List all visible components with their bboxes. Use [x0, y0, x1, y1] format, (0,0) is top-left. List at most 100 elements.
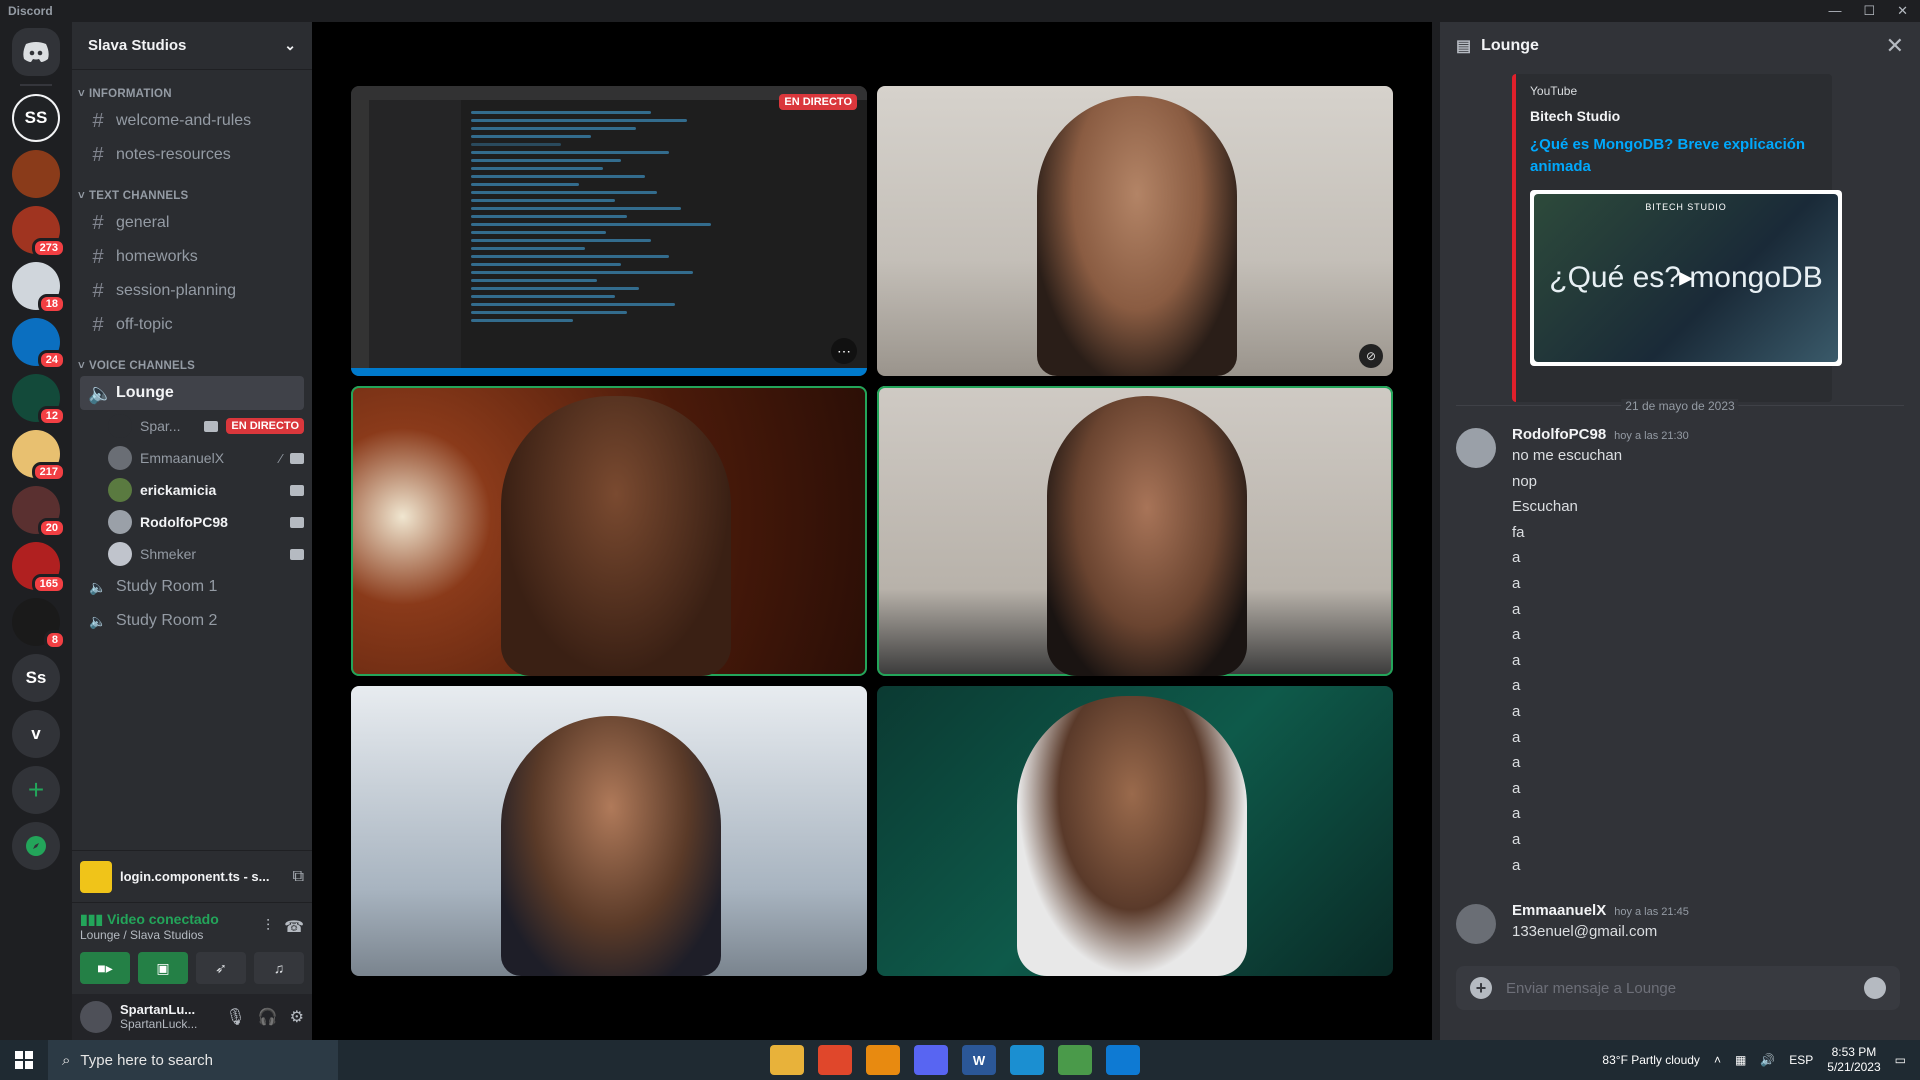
- disconnect-icon[interactable]: ☎: [284, 917, 304, 937]
- more-options-icon[interactable]: ⋯: [831, 338, 857, 364]
- popout-icon[interactable]: ⧉: [293, 868, 304, 886]
- git-tool-taskbar-icon[interactable]: [1058, 1045, 1092, 1075]
- home-button[interactable]: [12, 28, 60, 76]
- category-text-channels[interactable]: ˅ TEXT CHANNELS: [72, 172, 312, 206]
- channel-item[interactable]: # homeworks: [80, 240, 304, 274]
- video-tile-participant[interactable]: [351, 686, 867, 976]
- add-attachment-icon[interactable]: +: [1470, 977, 1492, 999]
- hashtag-icon: #: [92, 211, 104, 234]
- voice-channel-item[interactable]: 🔈 Study Room 2: [80, 604, 304, 638]
- avatar[interactable]: [1456, 428, 1496, 468]
- clock[interactable]: 8:53 PM 5/21/2023: [1827, 1045, 1880, 1075]
- server-icon[interactable]: 24: [12, 318, 66, 370]
- server-icon[interactable]: 273: [12, 206, 66, 258]
- video-tile-participant[interactable]: [877, 686, 1393, 976]
- server-icon[interactable]: 8: [12, 598, 66, 650]
- embed-author[interactable]: Bitech Studio: [1530, 108, 1818, 124]
- microphone-icon[interactable]: 🎙: [225, 1007, 245, 1027]
- soundboard-button[interactable]: ♫: [254, 952, 304, 984]
- video-camera-icon: ■▸: [97, 959, 113, 976]
- discord-taskbar-icon[interactable]: [914, 1045, 948, 1075]
- taskbar-app-label: W: [972, 1052, 986, 1068]
- avatar[interactable]: [1456, 904, 1496, 944]
- server-icon[interactable]: 20: [12, 486, 66, 538]
- chevron-up-icon[interactable]: ˄: [1714, 1053, 1721, 1067]
- server-rail: SS 273 18 24 12 217 20 165 8 Ss v +: [0, 22, 72, 1040]
- editor-status-bar: [351, 368, 867, 376]
- category-voice-channels[interactable]: ˅ VOICE CHANNELS: [72, 342, 312, 376]
- notifications-icon[interactable]: ▭: [1895, 1053, 1906, 1067]
- edge-taskbar-icon[interactable]: [1010, 1045, 1044, 1075]
- close-icon[interactable]: ✕: [1886, 33, 1904, 59]
- message-author[interactable]: EmmaanuelX: [1512, 902, 1606, 919]
- add-server-button[interactable]: +: [12, 766, 60, 814]
- message-author[interactable]: RodolfoPC98: [1512, 426, 1606, 443]
- message-line: a: [1512, 574, 1521, 592]
- explore-servers-button[interactable]: [12, 822, 60, 870]
- voice-user[interactable]: EmmaanuelX ⁄: [108, 442, 304, 474]
- word-taskbar-icon[interactable]: W: [962, 1045, 996, 1075]
- vlc-taskbar-icon[interactable]: [866, 1045, 900, 1075]
- channel-item[interactable]: # welcome-and-rules: [80, 104, 304, 138]
- embed-video-thumbnail[interactable]: BITECH STUDIO ¿Qué es? mongoDB ▶: [1530, 189, 1842, 366]
- guild-header[interactable]: Slava Studios ⌄: [72, 22, 312, 70]
- server-icon[interactable]: 18: [12, 262, 66, 314]
- voice-channel-lounge[interactable]: 🔈 Lounge: [80, 376, 304, 410]
- server-icon[interactable]: [12, 150, 60, 198]
- emoji-icon[interactable]: [1864, 977, 1886, 999]
- voice-channel-item[interactable]: 🔈 Study Room 1: [80, 570, 304, 604]
- channel-item[interactable]: # off-topic: [80, 308, 304, 342]
- channel-item[interactable]: # notes-resources: [80, 138, 304, 172]
- server-icon[interactable]: 165: [12, 542, 66, 594]
- screen-share-button[interactable]: ▣: [138, 952, 188, 984]
- channel-item[interactable]: # general: [80, 206, 304, 240]
- search-icon: ⌕: [62, 1051, 71, 1069]
- volume-icon[interactable]: 🔊: [1760, 1053, 1775, 1067]
- close-window-icon[interactable]: ✕: [1897, 3, 1908, 19]
- video-tile-participant[interactable]: [351, 386, 867, 676]
- message-line: a: [1512, 754, 1521, 772]
- server-icon[interactable]: SS: [12, 94, 60, 142]
- voice-user-name: Spar...: [140, 418, 181, 434]
- camera-button[interactable]: ■▸: [80, 952, 130, 984]
- channel-label: Study Room 2: [116, 612, 218, 629]
- taskbar-search[interactable]: ⌕ Type here to search: [48, 1040, 338, 1080]
- start-button[interactable]: [0, 1040, 48, 1080]
- speaker-icon: 🔈: [89, 578, 107, 595]
- server-initial-label: SS: [24, 108, 48, 127]
- embed-title[interactable]: ¿Qué es MongoDB? Breve explicación anima…: [1530, 134, 1818, 178]
- category-information[interactable]: ˅ INFORMATION: [72, 70, 312, 104]
- server-initial-v[interactable]: v: [12, 710, 60, 758]
- file-explorer-taskbar-icon[interactable]: [770, 1045, 804, 1075]
- minimize-icon[interactable]: —: [1828, 3, 1841, 19]
- activity-panel[interactable]: login.component.ts - s... ⧉: [72, 850, 312, 902]
- server-icon[interactable]: 12: [12, 374, 66, 426]
- soundboard-icon: ♫: [273, 960, 285, 976]
- activity-button[interactable]: ➶: [196, 952, 246, 984]
- brave-taskbar-icon[interactable]: [818, 1045, 852, 1075]
- headphones-icon[interactable]: 🎧: [258, 1007, 278, 1027]
- weather-widget[interactable]: 83°F Partly cloudy: [1602, 1053, 1700, 1067]
- video-tile-participant[interactable]: ⊘: [877, 86, 1393, 376]
- channel-item[interactable]: # session-planning: [80, 274, 304, 308]
- mention-badge: 8: [43, 630, 66, 650]
- date-divider-label: 21 de mayo de 2023: [1621, 399, 1739, 413]
- maximize-icon[interactable]: ☐: [1863, 3, 1875, 19]
- message-input[interactable]: [1506, 979, 1850, 997]
- play-icon[interactable]: ▶: [1679, 267, 1693, 288]
- voice-user[interactable]: Spar... EN DIRECTO: [108, 410, 304, 442]
- voice-user[interactable]: erickamicia: [108, 474, 304, 506]
- server-initial-ss[interactable]: Ss: [12, 654, 60, 702]
- noise-suppression-icon[interactable]: ⫶: [266, 918, 270, 936]
- app-thumbnail: [80, 860, 112, 893]
- server-icon[interactable]: 217: [12, 430, 66, 482]
- voice-user[interactable]: RodolfoPC98: [108, 506, 304, 538]
- video-tile-screen-share[interactable]: EN DIRECTO ⋯: [351, 86, 867, 376]
- vscode-taskbar-icon[interactable]: [1106, 1045, 1140, 1075]
- avatar[interactable]: [80, 1001, 112, 1033]
- video-tile-participant[interactable]: [877, 386, 1393, 676]
- network-icon[interactable]: ▦: [1735, 1053, 1746, 1067]
- gear-icon[interactable]: ⚙: [290, 1007, 304, 1027]
- language-indicator[interactable]: ESP: [1789, 1053, 1813, 1067]
- voice-user[interactable]: Shmeker: [108, 538, 304, 570]
